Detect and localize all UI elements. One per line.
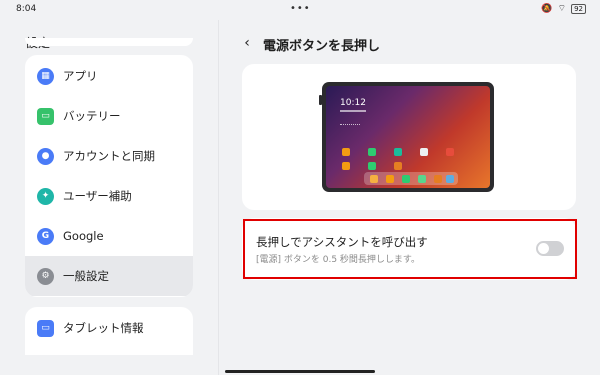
app-icon [402,175,410,183]
home-indicator[interactable] [225,370,375,373]
sidebar-item-label: 一般設定 [63,269,109,283]
sidebar-item-accessibility[interactable]: ✦ ユーザー補助 [25,176,193,216]
sidebar-item-tablet-info[interactable]: ▭ タブレット情報 [25,307,193,349]
sidebar-menu-card: ▦ アプリ ▭ バッテリー ● アカウントと同期 ✦ ユーザー補助 G Goog… [25,55,193,297]
sidebar-item-label: アプリ [63,69,98,83]
preview-dock [364,172,458,185]
tablet-icon: ▭ [37,319,54,337]
app-icon [434,175,442,183]
apps-icon: ▦ [37,67,54,85]
accessibility-icon: ✦ [37,187,54,205]
wifi-icon: ⌔ [557,4,567,14]
sidebar-item-label: バッテリー [63,109,121,123]
tablet-illustration: 10:12 [322,82,494,192]
multitask-dots[interactable]: ••• [290,3,311,14]
app-icon [394,148,402,156]
sidebar-item-label: タブレット情報 [63,321,144,335]
status-bar: 8:04 ••• 🔕 ⌔ 92 [0,0,600,20]
sidebar-item-label: Google [63,229,104,243]
app-icon [342,148,350,156]
page-title: 電源ボタンを長押し [263,39,381,54]
google-icon: G [37,227,54,245]
battery-icon: 92 [571,4,586,14]
highlight-annotation [243,219,577,279]
pane-divider [218,20,219,375]
back-arrow-icon[interactable]: ‹ [238,34,256,52]
app-icon [368,148,376,156]
account-icon: ● [37,147,54,165]
app-icon [370,175,378,183]
preview-widget-dots [340,124,360,127]
app-icon [420,148,428,156]
sidebar-item-label: アカウントと同期 [63,149,155,163]
sidebar-item-battery[interactable]: ▭ バッテリー [25,96,193,136]
app-icon [368,162,376,170]
sidebar-card-stub [25,38,193,46]
sidebar-item-apps[interactable]: ▦ アプリ [25,56,193,96]
sidebar-menu-card-2: ▭ タブレット情報 [25,307,193,355]
preview-clock: 10:12 [340,98,366,108]
sidebar-item-general[interactable]: ⚙ 一般設定 [25,256,193,296]
app-icon [394,162,402,170]
sidebar-item-google[interactable]: G Google [25,216,193,256]
gear-icon: ⚙ [37,267,54,285]
status-icons: 🔕 ⌔ 92 [541,4,586,14]
preview-date-line [340,110,366,112]
sidebar-item-accounts[interactable]: ● アカウントと同期 [25,136,193,176]
mute-icon: 🔕 [541,4,553,14]
app-icon [446,175,454,183]
app-icon [342,162,350,170]
battery-icon: ▭ [37,107,54,125]
app-icon [418,175,426,183]
app-icon [386,175,394,183]
app-icon [446,148,454,156]
tablet-screen: 10:12 [326,86,490,188]
status-time: 8:04 [16,4,37,14]
sidebar-item-label: ユーザー補助 [63,189,132,203]
